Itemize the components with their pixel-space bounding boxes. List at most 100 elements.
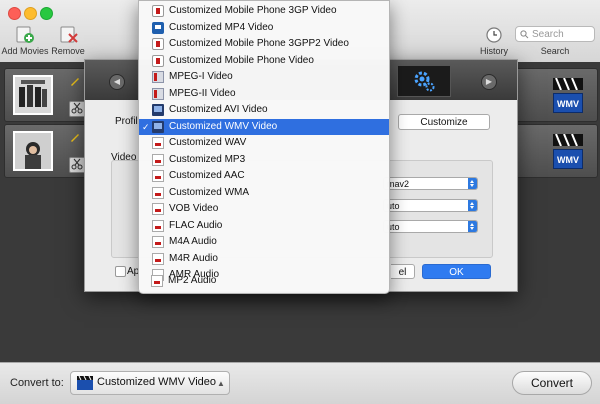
video-codec-select[interactable]: mav2: [383, 177, 478, 190]
add-movies-button[interactable]: [14, 26, 36, 44]
add-movies-label: Add Movies: [1, 46, 49, 56]
resolution-select[interactable]: uto: [383, 199, 478, 212]
menu-item-label: Customized WAV: [169, 137, 247, 148]
film-icon: [152, 104, 164, 116]
menu-item-label: Customized MP4 Video: [169, 21, 274, 33]
menu-item-label: MPEG-II Video: [169, 87, 236, 99]
search-input[interactable]: Search: [515, 26, 595, 42]
next-button[interactable]: ▶: [481, 74, 497, 90]
menu-item-selected[interactable]: ✓ Customized WMV Video: [139, 118, 389, 135]
menu-item-label: Customized AAC: [169, 170, 245, 181]
audio-icon: [151, 275, 163, 287]
film-icon: [77, 376, 93, 390]
search-placeholder: Search: [532, 29, 564, 40]
menu-item-label: MPEG-I Video: [169, 71, 233, 82]
menu-item[interactable]: Customized MP4 Video: [139, 20, 389, 37]
stepper-icon: [468, 221, 477, 232]
audio-icon: [152, 219, 164, 232]
convert-to-label: Convert to:: [10, 377, 64, 389]
chevron-right-icon: ▶: [485, 77, 493, 86]
menu-item[interactable]: Customized MP3: [139, 152, 389, 169]
cancel-button[interactable]: el: [391, 264, 415, 279]
film-icon: [152, 120, 164, 133]
remove-button[interactable]: [58, 26, 80, 44]
menu-item-label: M4A Audio: [169, 236, 217, 247]
remove-icon: [60, 26, 78, 43]
format-badge[interactable]: WMV: [553, 77, 583, 113]
menu-item-label: Customized MP3: [169, 153, 246, 165]
menu-item-label: Customized Mobile Phone 3GPP2 Video: [169, 38, 349, 49]
menu-item[interactable]: Customized Mobile Phone Video: [139, 53, 389, 70]
checkmark-icon: ✓: [142, 121, 150, 132]
mp4-icon: [152, 21, 164, 34]
close-window-button[interactable]: [8, 7, 21, 20]
format-dropdown[interactable]: Customized WMV Video ▲: [70, 371, 230, 395]
menu-item[interactable]: Customized WAV: [139, 135, 389, 152]
movie-thumbnail: [13, 131, 53, 171]
menu-item[interactable]: MP2 Audio: [138, 273, 388, 290]
settings-tab[interactable]: [397, 65, 451, 97]
phone-icon: [152, 5, 164, 17]
audio-icon: [152, 203, 164, 215]
menu-item[interactable]: Customized Mobile Phone 3GP Video: [139, 3, 389, 20]
movie-thumbnail: [13, 75, 53, 115]
menu-item[interactable]: Customized AVI Video: [139, 102, 389, 119]
audio-icon: [152, 137, 164, 149]
menu-item-label: M4R Audio: [169, 252, 218, 264]
scissors-icon: [71, 102, 83, 114]
apply-to-all-checkbox[interactable]: [115, 266, 126, 277]
menu-item[interactable]: VOB Video: [139, 201, 389, 218]
search-label: Search: [540, 46, 570, 56]
audio-icon: [152, 170, 164, 182]
menu-item-label: Customized AVI Video: [169, 104, 268, 115]
stepper-icon: [468, 200, 477, 211]
format-badge-label: WMV: [553, 149, 583, 169]
profile-menu: Customized Mobile Phone 3GP Video Custom…: [138, 0, 390, 294]
zoom-window-button[interactable]: [40, 7, 53, 20]
clock-icon: [486, 27, 502, 43]
chevron-left-icon: ◀: [113, 77, 121, 86]
menu-item[interactable]: FLAC Audio: [139, 218, 389, 235]
customize-button[interactable]: Customize: [398, 114, 490, 130]
menu-item-label: MP2 Audio: [168, 275, 217, 286]
add-movies-icon: [16, 26, 34, 43]
gears-icon: [414, 71, 435, 92]
menu-item[interactable]: Customized AAC: [139, 168, 389, 185]
phone-icon: [152, 54, 164, 67]
minimize-window-button[interactable]: [24, 7, 37, 20]
audio-icon: [152, 236, 164, 248]
video-codec-value: mav2: [387, 179, 410, 189]
mpeg-icon: [152, 87, 164, 100]
triangle-up-icon: ▲: [217, 379, 225, 388]
audio-icon: [152, 153, 164, 166]
ok-button[interactable]: OK: [422, 264, 491, 279]
menu-item[interactable]: Customized Mobile Phone 3GPP2 Video: [139, 36, 389, 53]
previous-button[interactable]: ◀: [109, 74, 125, 90]
scissors-icon: [71, 158, 83, 170]
phone-icon: [152, 38, 164, 50]
stepper-icon: [468, 178, 477, 189]
remove-label: Remove: [51, 46, 85, 56]
bottom-bar: Convert to: Customized WMV Video ▲ Conve…: [0, 362, 600, 404]
format-badge[interactable]: WMV: [553, 133, 583, 169]
history-button[interactable]: [484, 26, 506, 44]
audio-icon: [152, 186, 164, 199]
format-badge-label: WMV: [553, 93, 583, 113]
menu-item[interactable]: Customized WMA: [139, 185, 389, 202]
format-dropdown-value: Customized WMV Video: [97, 376, 217, 388]
clapper-icon: [553, 77, 583, 91]
menu-item-label: VOB Video: [169, 203, 219, 214]
convert-button[interactable]: Convert: [512, 371, 592, 395]
search-icon: [520, 30, 529, 39]
frame-rate-select[interactable]: uto: [383, 220, 478, 233]
menu-item-label: Customized WMV Video: [169, 120, 278, 132]
edit-pencil-icon[interactable]: [69, 75, 81, 87]
menu-item-label: Customized WMA: [169, 186, 250, 198]
edit-pencil-icon[interactable]: [69, 131, 81, 143]
menu-item[interactable]: M4A Audio: [139, 234, 389, 251]
menu-item[interactable]: M4R Audio: [139, 251, 389, 268]
mpeg-icon: [152, 71, 164, 83]
menu-item[interactable]: MPEG-II Video: [139, 86, 389, 103]
menu-item[interactable]: MPEG-I Video: [139, 69, 389, 86]
clapper-icon: [553, 133, 583, 147]
